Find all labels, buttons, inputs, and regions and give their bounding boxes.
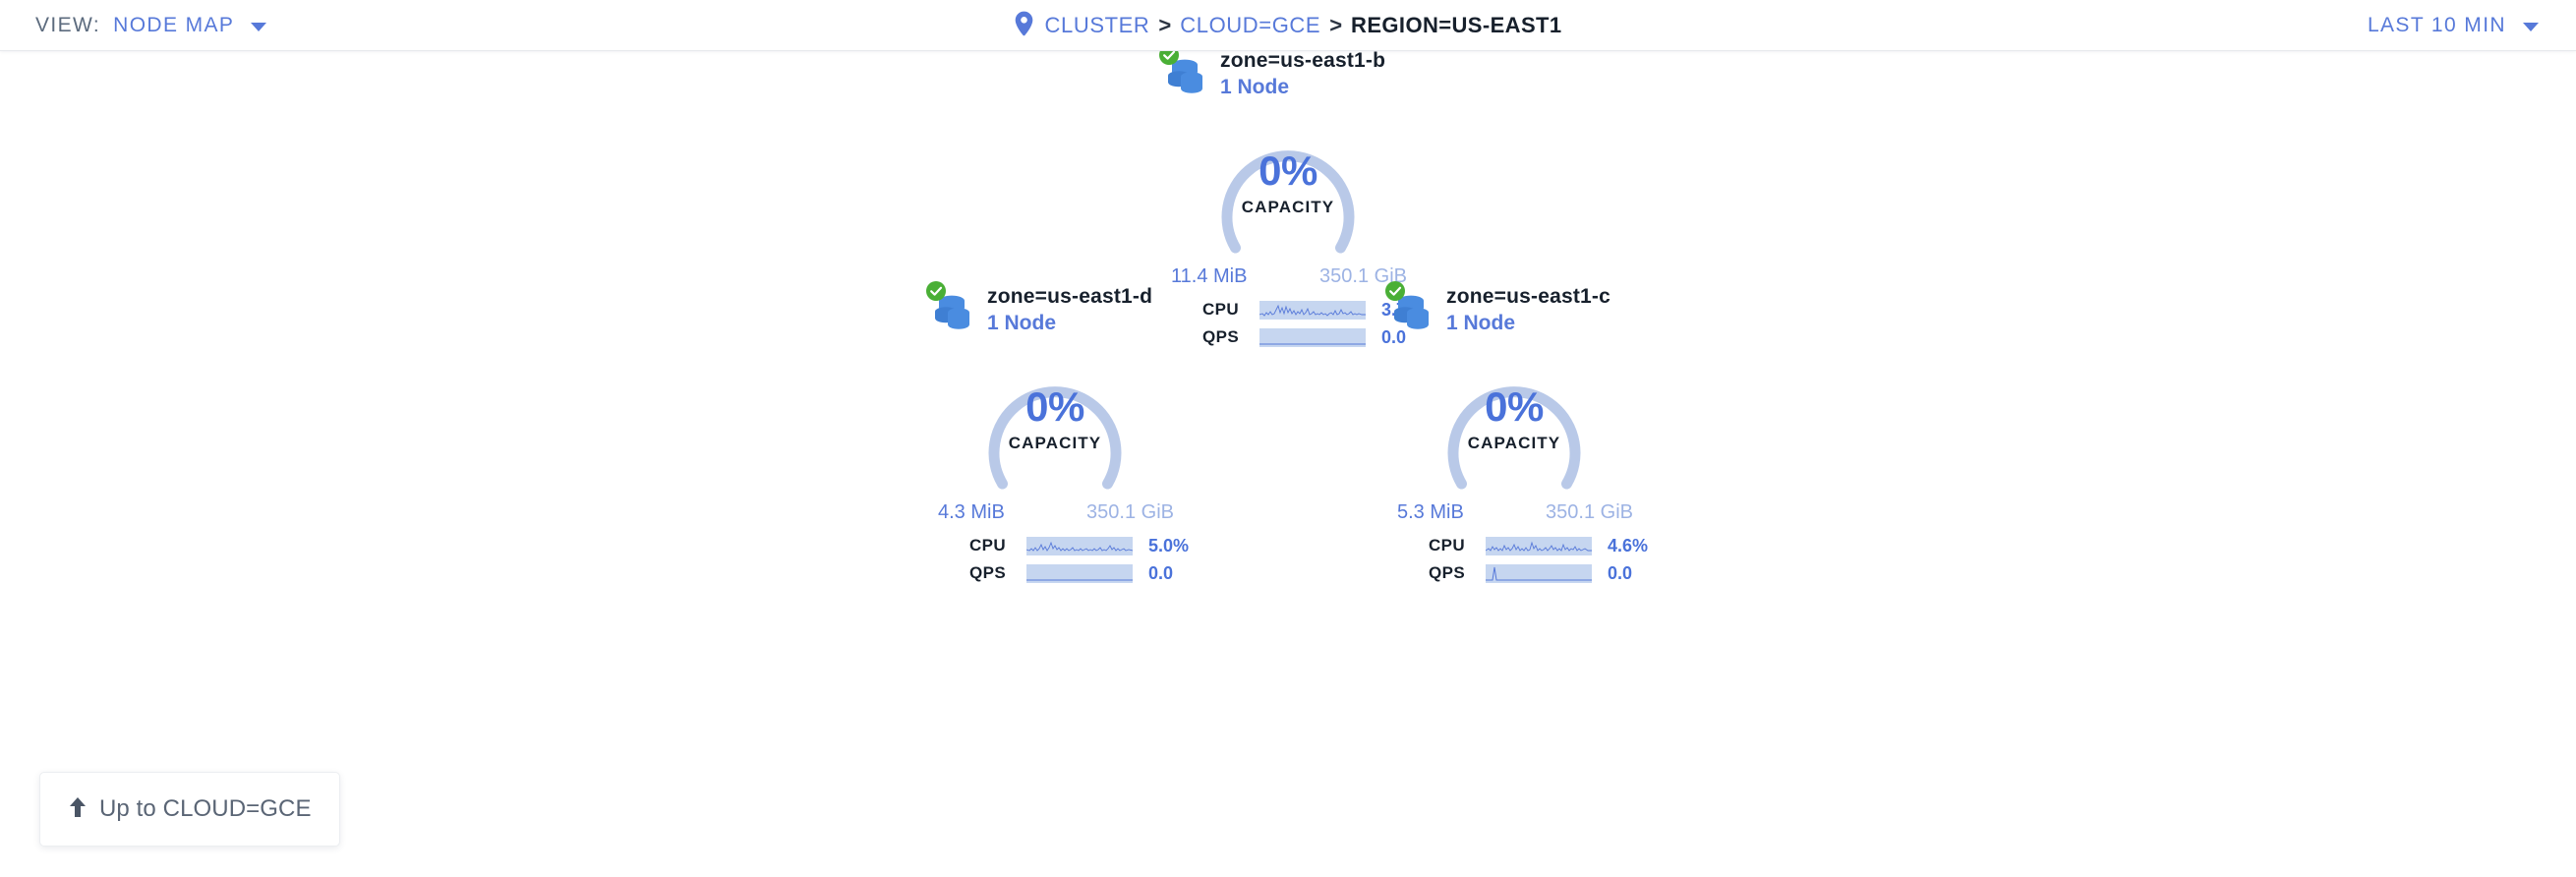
metric-value: 0.0 xyxy=(1148,562,1174,583)
node-metrics: CPU 5.0% QPS 0.0 xyxy=(969,532,1337,587)
capacity-percent: 0% xyxy=(1259,147,1317,194)
node-card-zone-us-east1-c[interactable]: zone=us-east1-c 1 Node 0% CAPACITY 5.3 M… xyxy=(1383,281,1796,587)
metric-value: 0.0 xyxy=(1608,562,1633,583)
capacity-used: 4.3 MiB xyxy=(938,501,1005,523)
map-pin-icon xyxy=(1015,11,1034,41)
node-title: zone=us-east1-d xyxy=(987,285,1153,308)
capacity-gauge-center: 0% CAPACITY xyxy=(1421,383,1608,453)
node-header: zone=us-east1-d 1 Node xyxy=(924,281,1337,336)
metric-label: CPU xyxy=(1429,536,1466,555)
arrow-up-icon xyxy=(68,795,88,824)
breadcrumb-item-cluster[interactable]: CLUSTER xyxy=(1045,13,1150,38)
up-to-parent-label: Up to CLOUD=GCE xyxy=(99,795,312,822)
metric-label: QPS xyxy=(1429,563,1466,582)
capacity-gauge: 0% CAPACITY xyxy=(1421,346,1608,503)
database-cluster-icon xyxy=(924,281,975,332)
node-header: zone=us-east1-b 1 Node xyxy=(1157,51,1570,100)
cpu-sparkline xyxy=(1486,536,1592,555)
qps-sparkline xyxy=(1486,563,1592,583)
breadcrumb-separator: > xyxy=(1158,13,1172,37)
node-header: zone=us-east1-c 1 Node xyxy=(1383,281,1796,336)
capacity-gauge: 0% CAPACITY xyxy=(1195,110,1381,267)
node-map-canvas: zone=us-east1-b 1 Node 0% CAPACITY 11.4 … xyxy=(0,51,2576,877)
node-metrics: CPU 4.6% QPS 0.0 xyxy=(1429,532,1796,587)
capacity-endpoints: 4.3 MiB 350.1 GiB xyxy=(938,501,1174,524)
capacity-percent: 0% xyxy=(1485,383,1544,430)
node-card-zone-us-east1-d[interactable]: zone=us-east1-d 1 Node 0% CAPACITY 4.3 M… xyxy=(924,281,1337,587)
cpu-sparkline xyxy=(1026,536,1133,555)
view-label: VIEW: xyxy=(35,14,101,36)
qps-sparkline xyxy=(1026,563,1133,583)
node-title-group: zone=us-east1-d 1 Node xyxy=(987,281,1152,336)
metric-row-qps: QPS 0.0 xyxy=(1429,559,1796,587)
breadcrumb-item-region-current: REGION=US-EAST1 xyxy=(1351,13,1562,37)
database-cluster-icon xyxy=(1157,51,1208,96)
node-count[interactable]: 1 Node xyxy=(987,310,1152,336)
capacity-used: 5.3 MiB xyxy=(1397,501,1464,523)
capacity-total: 350.1 GiB xyxy=(1086,501,1174,523)
breadcrumb: CLUSTER > CLOUD=GCE > REGION=US-EAST1 xyxy=(1015,0,1562,51)
metric-row-cpu: CPU 5.0% xyxy=(969,532,1337,559)
capacity-endpoints: 5.3 MiB 350.1 GiB xyxy=(1397,501,1633,524)
view-selector[interactable]: VIEW: NODE MAP xyxy=(35,0,267,51)
metric-value: 4.6% xyxy=(1608,535,1649,555)
capacity-gauge-center: 0% CAPACITY xyxy=(962,383,1148,453)
metric-label: QPS xyxy=(969,563,1007,582)
capacity-percent: 0% xyxy=(1025,383,1084,430)
node-title-group: zone=us-east1-c 1 Node xyxy=(1446,281,1610,336)
node-title-group: zone=us-east1-b 1 Node xyxy=(1220,51,1385,100)
time-range-selector[interactable]: LAST 10 MIN xyxy=(2368,0,2539,51)
metric-value: 5.0% xyxy=(1148,535,1190,555)
capacity-gauge-center: 0% CAPACITY xyxy=(1195,147,1381,217)
metric-row-qps: QPS 0.0 xyxy=(969,559,1337,587)
breadcrumb-separator: > xyxy=(1329,13,1343,37)
database-cluster-icon xyxy=(1383,281,1434,332)
capacity-gauge: 0% CAPACITY xyxy=(962,346,1148,503)
breadcrumb-item-cloud-gce[interactable]: CLOUD=GCE xyxy=(1180,13,1320,38)
up-to-parent-button[interactable]: Up to CLOUD=GCE xyxy=(39,772,340,847)
node-count[interactable]: 1 Node xyxy=(1220,74,1385,100)
node-count[interactable]: 1 Node xyxy=(1446,310,1610,336)
view-selected-value[interactable]: NODE MAP xyxy=(113,14,234,37)
node-title: zone=us-east1-b xyxy=(1220,51,1386,72)
chevron-down-icon[interactable] xyxy=(2523,23,2539,31)
metric-label: CPU xyxy=(969,536,1007,555)
capacity-label: CAPACITY xyxy=(1008,434,1102,452)
capacity-total: 350.1 GiB xyxy=(1546,501,1633,523)
chevron-down-icon[interactable] xyxy=(251,23,267,31)
capacity-label: CAPACITY xyxy=(1241,198,1335,216)
capacity-label: CAPACITY xyxy=(1467,434,1561,452)
metric-row-cpu: CPU 4.6% xyxy=(1429,532,1796,559)
time-range-value[interactable]: LAST 10 MIN xyxy=(2368,14,2506,37)
top-toolbar: VIEW: NODE MAP CLUSTER > CLOUD=GCE > REG… xyxy=(0,0,2576,51)
node-title: zone=us-east1-c xyxy=(1446,285,1610,308)
